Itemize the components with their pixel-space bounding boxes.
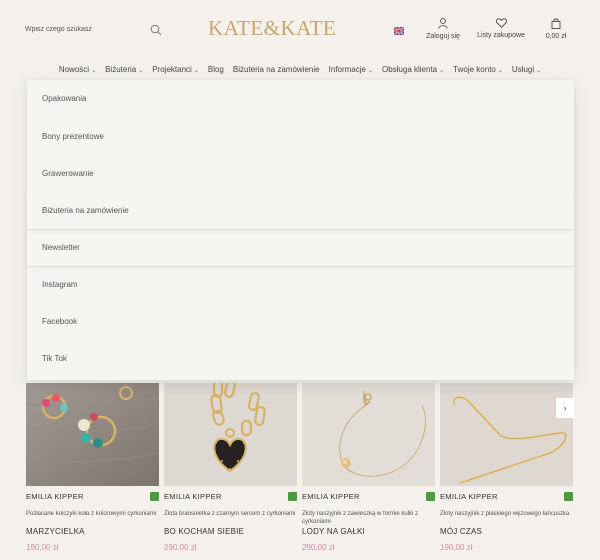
product-name[interactable]: BO KOCHAM SIEBIE (164, 527, 244, 536)
main-nav: Nowości ⌄ Biżuteria ⌄ Projektanci ⌄ Blog Bi… (0, 62, 600, 78)
chevron-down-icon: ⌄ (367, 68, 373, 74)
login-label: Zaloguj się (426, 33, 460, 40)
product-description: Pozłacane kolczyki koła z kolorowymi cyr… (26, 511, 157, 517)
cart-total: 0,00 zł (545, 33, 567, 40)
availability-badge-icon (150, 492, 159, 501)
product-brand[interactable]: EMILIA KIPPER (440, 492, 498, 501)
nav-item-bizuteria[interactable]: Biżuteria ⌄ (101, 62, 148, 78)
login-link[interactable]: Zaloguj się (424, 18, 462, 40)
search-input[interactable] (25, 26, 135, 33)
nav-item-informacje[interactable]: Informacje ⌄ (324, 62, 377, 78)
shopping-bag-icon (551, 18, 561, 29)
product-card[interactable]: EMILIA KIPPER Pozłacane kolczyki koła z … (25, 383, 160, 552)
search-icon[interactable] (150, 24, 162, 36)
product-description: Złota bransoletka z czarnym sercem z cyr… (164, 511, 296, 517)
carousel-next-button[interactable]: › (556, 398, 574, 418)
product-brand[interactable]: EMILIA KIPPER (164, 492, 222, 501)
nav-item-projektanci[interactable]: Projektanci ⌄ (148, 62, 204, 78)
uk-flag-icon[interactable] (394, 27, 404, 35)
product-name[interactable]: MÓJ CZAS (440, 527, 482, 536)
heart-icon (495, 18, 507, 28)
chevron-down-icon: ⌄ (91, 68, 97, 74)
user-icon (438, 18, 448, 29)
wishlist-link[interactable]: Listy zakupowe (475, 18, 527, 39)
chevron-right-icon: › (563, 403, 567, 413)
availability-badge-icon (564, 492, 573, 501)
menu-item-tiktok[interactable]: Tik Tok (27, 340, 574, 377)
chevron-down-icon: ⌄ (138, 68, 144, 74)
services-dropdown-menu: Opakowania Bony prezentowe Grawerowanie … (27, 80, 574, 380)
cart-link[interactable]: 0,00 zł (542, 18, 570, 40)
product-description: Złoty naszyjnik z zawieszką w formie kul… (302, 511, 419, 525)
menu-item-facebook[interactable]: Facebook (27, 303, 574, 340)
chevron-down-icon: ⌄ (193, 68, 199, 74)
chevron-down-icon: ⌄ (536, 68, 542, 74)
product-image[interactable] (164, 379, 297, 486)
product-card[interactable]: EMILIA KIPPER Złoty naszyjnik z płaskieg… (440, 383, 573, 552)
nav-item-custom-jewelry[interactable]: Biżuteria na zamówienie (228, 62, 324, 78)
product-image[interactable] (25, 383, 160, 486)
product-card[interactable]: EMILIA KIPPER Złoty naszyjnik z zawieszk… (302, 383, 435, 552)
product-price: 290,00 zł (302, 543, 335, 552)
product-name[interactable]: LODY NA GAŁKI (302, 527, 365, 536)
chevron-down-icon: ⌄ (497, 68, 503, 74)
product-card[interactable]: EMILIA KIPPER Złota bransoletka z czarny… (164, 379, 297, 552)
availability-badge-icon (288, 492, 297, 501)
nav-item-blog[interactable]: Blog (203, 62, 228, 78)
product-image[interactable] (440, 383, 573, 486)
nav-item-obsluga-klienta[interactable]: Obsługa klienta ⌄ (377, 62, 448, 78)
product-price: 290,00 zł (164, 543, 197, 552)
logo[interactable]: KATE&KATE (208, 16, 336, 41)
nav-item-twoje-konto[interactable]: Twoje konto ⌄ (449, 62, 508, 78)
product-brand[interactable]: EMILIA KIPPER (26, 492, 84, 501)
menu-item-bony-prezentowe[interactable]: Bony prezentowe (27, 118, 574, 155)
product-image[interactable] (302, 383, 435, 486)
header: KATE&KATE Zaloguj się Listy zakupowe 0,0… (0, 0, 600, 62)
product-description: Złoty naszyjnik z płaskiego wężowego łań… (440, 511, 570, 517)
menu-item-instagram[interactable]: Instagram (27, 266, 574, 303)
menu-item-bizuteria-na-zamowienie[interactable]: Biżuteria na zamówienie (27, 192, 574, 229)
nav-item-uslugi[interactable]: Usługi ⌄ (507, 62, 545, 78)
product-name[interactable]: MARZYCIELKA (26, 527, 85, 536)
product-price: 190,00 zł (26, 543, 59, 552)
product-price: 190,00 zł (440, 543, 473, 552)
nav-item-nowosci[interactable]: Nowości ⌄ (54, 62, 100, 78)
product-brand[interactable]: EMILIA KIPPER (302, 492, 360, 501)
menu-item-newsletter[interactable]: Newsletter (27, 229, 574, 266)
menu-item-opakowania[interactable]: Opakowania (27, 80, 574, 118)
availability-badge-icon (426, 492, 435, 501)
menu-item-grawerowanie[interactable]: Grawerowanie (27, 155, 574, 192)
wishlist-label: Listy zakupowe (477, 32, 525, 39)
chevron-down-icon: ⌄ (439, 68, 445, 74)
